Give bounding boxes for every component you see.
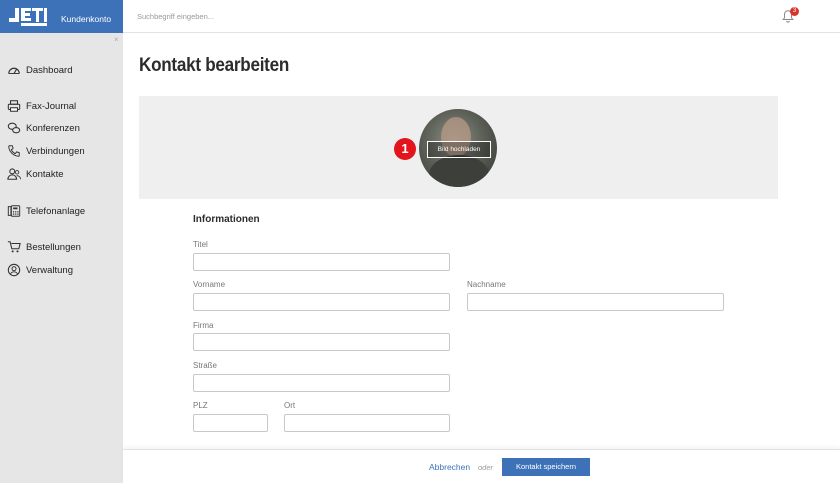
plz-field[interactable]: [193, 414, 268, 432]
sidebar-item-bestellungen[interactable]: Bestellungen: [7, 239, 81, 255]
brand-header[interactable]: Kundenkonto: [0, 0, 123, 33]
jetiline-logo: [9, 8, 47, 26]
page-title: Kontakt bearbeiten: [139, 55, 290, 76]
ort-label: Ort: [284, 401, 296, 410]
phone-icon: [8, 145, 20, 157]
printer-icon: [7, 100, 21, 112]
titel-field[interactable]: [193, 253, 450, 271]
plz-label: PLZ: [193, 401, 208, 410]
gauge-icon: [8, 67, 20, 74]
sidebar-item-label: Konferenzen: [26, 122, 80, 134]
step-marker: 1: [394, 138, 416, 160]
sidebar-item-konferenzen[interactable]: Konferenzen: [7, 120, 80, 136]
account-label: Kundenkonto: [61, 14, 112, 24]
sidebar-item-label: Verwaltung: [26, 264, 74, 276]
firma-label: Firma: [193, 321, 214, 330]
vorname-label: Vorname: [193, 280, 226, 289]
sidebar-item-fax-journal[interactable]: Fax-Journal: [7, 98, 76, 114]
sidebar-item-label: Verbindungen: [26, 145, 85, 157]
sidebar-item-label: Dashboard: [26, 64, 73, 76]
sidebar-item-dashboard[interactable]: Dashboard: [7, 62, 72, 78]
search-input[interactable]: [137, 9, 437, 23]
sidebar-item-kontakte[interactable]: Kontakte: [7, 166, 64, 182]
sidebar-collapse-icon[interactable]: ×: [114, 35, 119, 44]
contacts-icon: [7, 168, 21, 180]
sidebar-item-label: Bestellungen: [26, 241, 81, 253]
nachname-label: Nachname: [467, 280, 506, 289]
top-bar: 3: [123, 0, 840, 33]
section-title-informationen: Informationen: [193, 214, 260, 225]
strasse-label: Straße: [193, 361, 218, 370]
firma-field[interactable]: [193, 333, 450, 351]
cart-icon: [7, 241, 21, 253]
strasse-field[interactable]: [193, 374, 450, 392]
sidebar-item-label: Kontakte: [26, 168, 64, 180]
sidebar: Kundenkonto × Dashboard Fax-Journal Konf…: [0, 0, 123, 483]
save-contact-button[interactable]: Kontakt speichern: [502, 458, 590, 476]
or-separator: oder: [478, 463, 494, 472]
sidebar-item-label: Fax-Journal: [26, 100, 77, 112]
user-circle-icon: [7, 263, 21, 277]
sidebar-item-label: Telefonanlage: [26, 205, 86, 217]
cancel-link[interactable]: Abbrechen: [429, 462, 470, 472]
notification-count-badge: 3: [790, 7, 799, 16]
sidebar-item-verwaltung[interactable]: Verwaltung: [7, 262, 73, 278]
nachname-field[interactable]: [467, 293, 724, 311]
chat-bubbles-icon: [7, 122, 21, 134]
upload-image-button[interactable]: Bild hochladen: [427, 141, 491, 158]
sidebar-item-telefonanlage[interactable]: Telefonanlage: [7, 203, 85, 219]
switchboard-icon: [7, 205, 21, 217]
titel-label: Titel: [193, 240, 208, 249]
vorname-field[interactable]: [193, 293, 450, 311]
sidebar-item-verbindungen[interactable]: Verbindungen: [7, 143, 85, 159]
ort-field[interactable]: [284, 414, 450, 432]
